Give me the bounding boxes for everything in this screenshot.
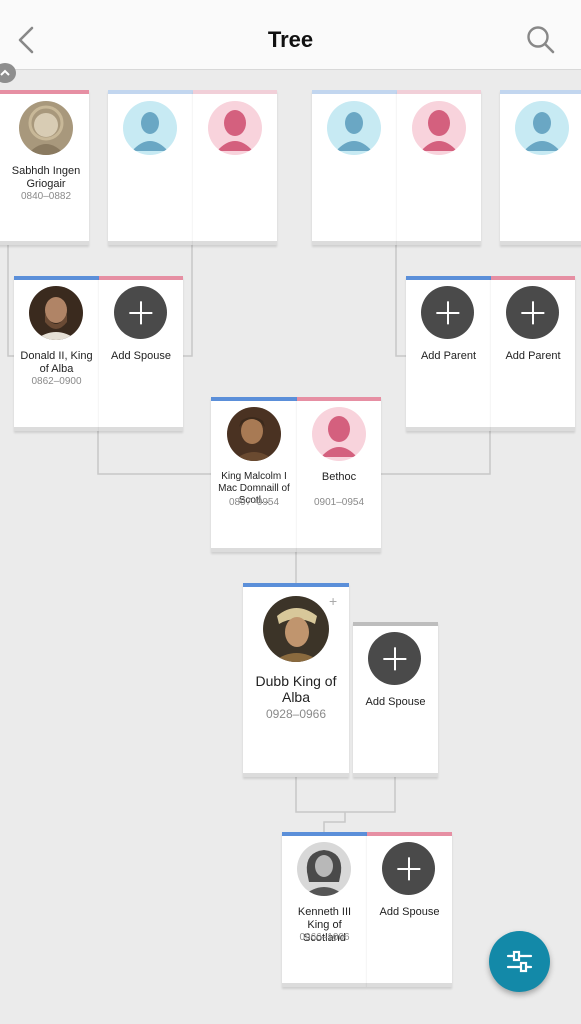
person-dates: 0840–0882 [20,191,72,202]
person-card-sabhdh[interactable]: Sabhdh Ingen Griogair 0840–0882 [0,90,89,245]
male-avatar-icon [515,101,569,155]
portrait-photo [263,596,329,662]
portrait-icon [227,407,281,461]
male-avatar-icon [123,101,177,155]
female-avatar-icon [208,101,262,155]
add-spouse-card[interactable]: Add Spouse [353,622,438,777]
add-spouse-card[interactable]: Add Spouse [99,276,183,431]
person-card-kenneth[interactable]: Kenneth III King of Scotland 0966–1006 [282,832,367,987]
empty-parent-card-female[interactable] [193,90,277,245]
top-bar: Tree [0,0,581,70]
portrait-photo [19,101,73,155]
empty-parent-card-male[interactable] [312,90,397,245]
portrait-icon [29,286,83,340]
person-dates: 0966–1006 [299,932,350,943]
add-relative-icon[interactable]: + [329,594,337,608]
plus-icon[interactable] [114,286,167,339]
female-avatar-icon [412,101,466,155]
empty-parent-card-male[interactable] [500,90,581,245]
chevron-up-icon [0,69,10,76]
add-parent-label: Add Parent [420,350,477,362]
add-spouse-label: Add Spouse [111,350,171,362]
portrait-icon [19,101,73,155]
person-card-donald[interactable]: Donald II, King of Alba 0862–0900 [14,276,99,431]
portrait-photo [29,286,83,340]
person-name: Bethoc [321,471,357,483]
empty-parent-card-male[interactable] [108,90,193,245]
sliders-icon [506,950,533,973]
person-card-bethoc[interactable]: Bethoc 0901–0954 [297,397,381,552]
female-avatar-icon [312,407,366,461]
person-name: Dubb King of Alba [255,673,337,705]
person-dates: 0901–0954 [313,497,365,508]
filter-fab-button[interactable] [489,931,550,992]
person-card-dubb-focus[interactable]: + Dubb King of Alba 0928–0966 [243,583,349,777]
portrait-photo [297,842,351,896]
portrait-icon [297,842,351,896]
add-parent-card[interactable]: Add Parent [491,276,575,431]
plus-icon[interactable] [421,286,474,339]
portrait-photo [227,407,281,461]
plus-icon[interactable] [506,286,559,339]
search-button[interactable] [525,22,557,58]
collapse-toggle[interactable] [0,63,16,83]
add-spouse-card[interactable]: Add Spouse [367,832,452,987]
add-spouse-label: Add Spouse [365,696,426,708]
add-parent-card[interactable]: Add Parent [406,276,491,431]
person-name: Donald II, King of Alba [20,350,93,375]
person-dates: 0897–0954 [228,497,280,508]
person-dates: 0928–0966 [265,707,327,721]
male-avatar-icon [327,101,381,155]
plus-icon[interactable] [382,842,435,895]
person-card-malcolm[interactable]: King Malcolm I Mac Domnaill of Scotl... … [211,397,297,552]
search-icon [527,26,555,54]
add-spouse-label: Add Spouse [379,906,440,918]
person-dates: 0862–0900 [31,376,82,387]
empty-parent-card-female[interactable] [397,90,481,245]
add-parent-label: Add Parent [505,350,561,362]
person-name: Sabhdh Ingen Griogair [11,165,81,190]
page-title: Tree [267,27,314,52]
plus-icon[interactable] [368,632,421,685]
portrait-icon [263,596,329,662]
